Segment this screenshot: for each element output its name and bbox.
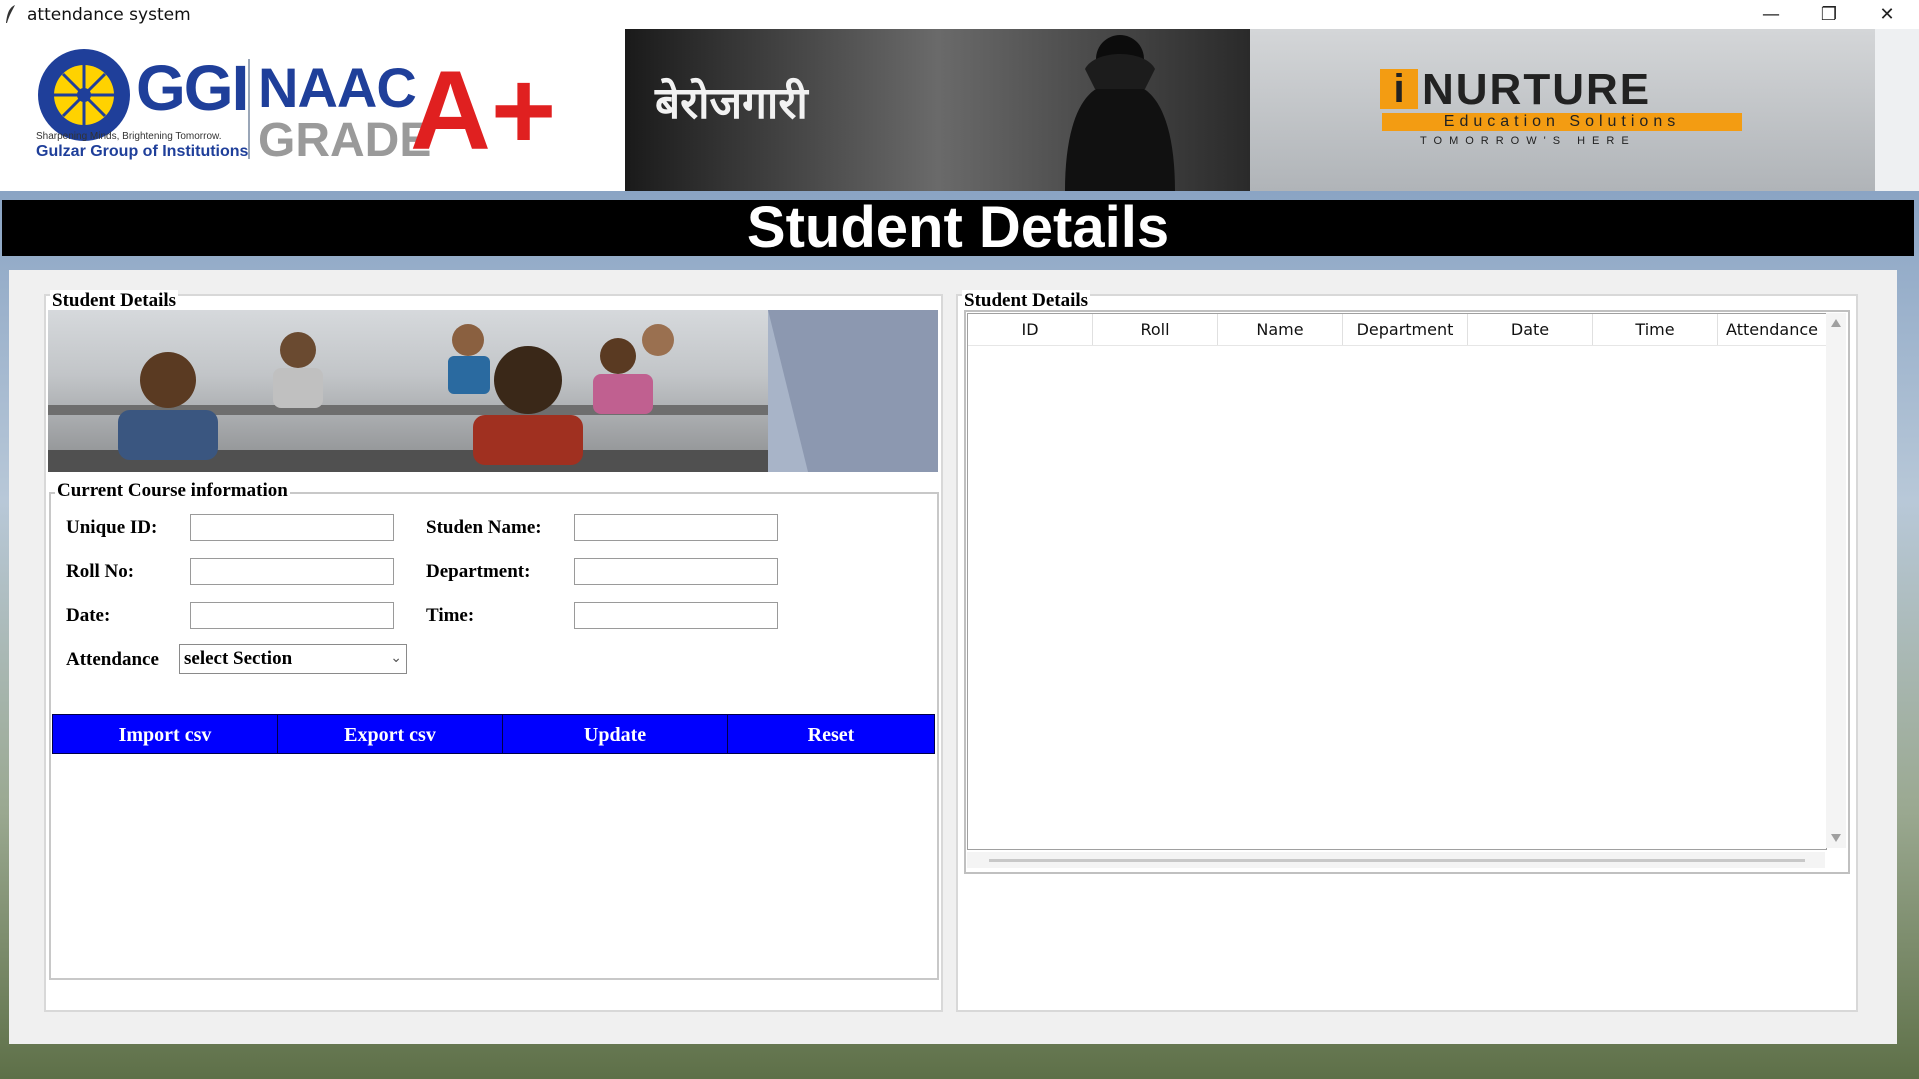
ggi-name: Gulzar Group of Institutions	[36, 143, 249, 160]
inurture-banner: i NURTURE Education Solutions TOMORROW'S…	[1250, 29, 1875, 191]
classroom-illustration	[48, 310, 938, 472]
student-name-input[interactable]	[574, 514, 778, 541]
unique-id-input[interactable]	[190, 514, 394, 541]
ggi-logo	[38, 49, 130, 141]
attendance-select[interactable]: select Section ⌄	[179, 644, 407, 674]
unemployment-banner-image: बेरोजगारी	[625, 29, 1250, 191]
student-table[interactable]: ID Roll Name Department Date Time Attend…	[967, 313, 1827, 850]
chevron-down-icon[interactable]: ⌄	[390, 645, 402, 673]
page-title: Student Details	[2, 199, 1914, 257]
department-label: Department:	[426, 561, 531, 582]
column-header-date[interactable]: Date	[1468, 314, 1593, 345]
vertical-scrollbar[interactable]	[1826, 313, 1846, 848]
roll-no-label: Roll No:	[66, 561, 135, 582]
right-panel-title: Student Details	[962, 290, 1091, 312]
attendance-select-value: select Section	[184, 648, 293, 669]
department-input[interactable]	[574, 558, 778, 585]
horizontal-scrollbar[interactable]	[967, 852, 1825, 868]
naac-grade: A+	[410, 48, 557, 173]
banner-divider	[248, 59, 250, 159]
inurture-logo-i: i	[1380, 69, 1418, 109]
inurture-subtitle: Education Solutions	[1382, 113, 1742, 131]
unique-id-label: Unique ID:	[66, 517, 158, 538]
inurture-tagline: TOMORROW'S HERE	[1420, 135, 1636, 147]
feather-icon	[6, 5, 15, 23]
sad-person-silhouette	[1065, 35, 1175, 191]
inurture-name: NURTURE	[1422, 65, 1652, 114]
close-button[interactable]: ✕	[1858, 0, 1916, 29]
ggi-text: GGI	[136, 52, 249, 124]
scroll-up-icon[interactable]	[1831, 319, 1841, 327]
date-input[interactable]	[190, 602, 394, 629]
update-button[interactable]: Update	[502, 714, 728, 754]
import-csv-button[interactable]: Import csv	[52, 714, 278, 754]
window-titlebar: attendance system — ❐ ✕	[0, 0, 1919, 29]
restore-button[interactable]: ❐	[1800, 0, 1858, 29]
time-label: Time:	[426, 605, 475, 626]
student-name-label: Studen Name:	[426, 517, 542, 538]
course-frame-title: Current Course information	[55, 480, 290, 502]
classroom-image	[48, 310, 938, 472]
hindi-banner-text: बेरोजगारी	[655, 78, 808, 129]
window-title: attendance system	[27, 5, 191, 25]
roll-no-input[interactable]	[190, 558, 394, 585]
left-panel-title: Student Details	[50, 290, 179, 312]
naac-text: NAAC	[258, 56, 417, 119]
minimize-icon: —	[1762, 4, 1780, 25]
ggi-naac-banner: GGI Sharpening Minds, Brightening Tomorr…	[0, 29, 625, 191]
grade-text: GRADE	[258, 114, 432, 167]
column-header-id[interactable]: ID	[968, 314, 1093, 345]
attendance-label: Attendance	[66, 649, 159, 670]
time-input[interactable]	[574, 602, 778, 629]
minimize-button[interactable]: —	[1742, 0, 1800, 29]
table-header-divider	[968, 345, 1826, 346]
restore-icon: ❐	[1820, 4, 1838, 25]
banner-spacer	[1875, 29, 1919, 191]
column-header-attendance[interactable]: Attendance	[1718, 314, 1826, 345]
date-label: Date:	[66, 605, 111, 626]
column-header-department[interactable]: Department	[1343, 314, 1468, 345]
column-header-name[interactable]: Name	[1218, 314, 1343, 345]
column-header-roll[interactable]: Roll	[1093, 314, 1218, 345]
ggi-tagline: Sharpening Minds, Brightening Tomorrow.	[36, 131, 222, 142]
close-icon: ✕	[1879, 4, 1895, 25]
column-header-time[interactable]: Time	[1593, 314, 1718, 345]
horizontal-scroll-thumb[interactable]	[989, 859, 1805, 862]
export-csv-button[interactable]: Export csv	[277, 714, 503, 754]
scroll-down-icon[interactable]	[1831, 834, 1841, 842]
reset-button[interactable]: Reset	[727, 714, 935, 754]
